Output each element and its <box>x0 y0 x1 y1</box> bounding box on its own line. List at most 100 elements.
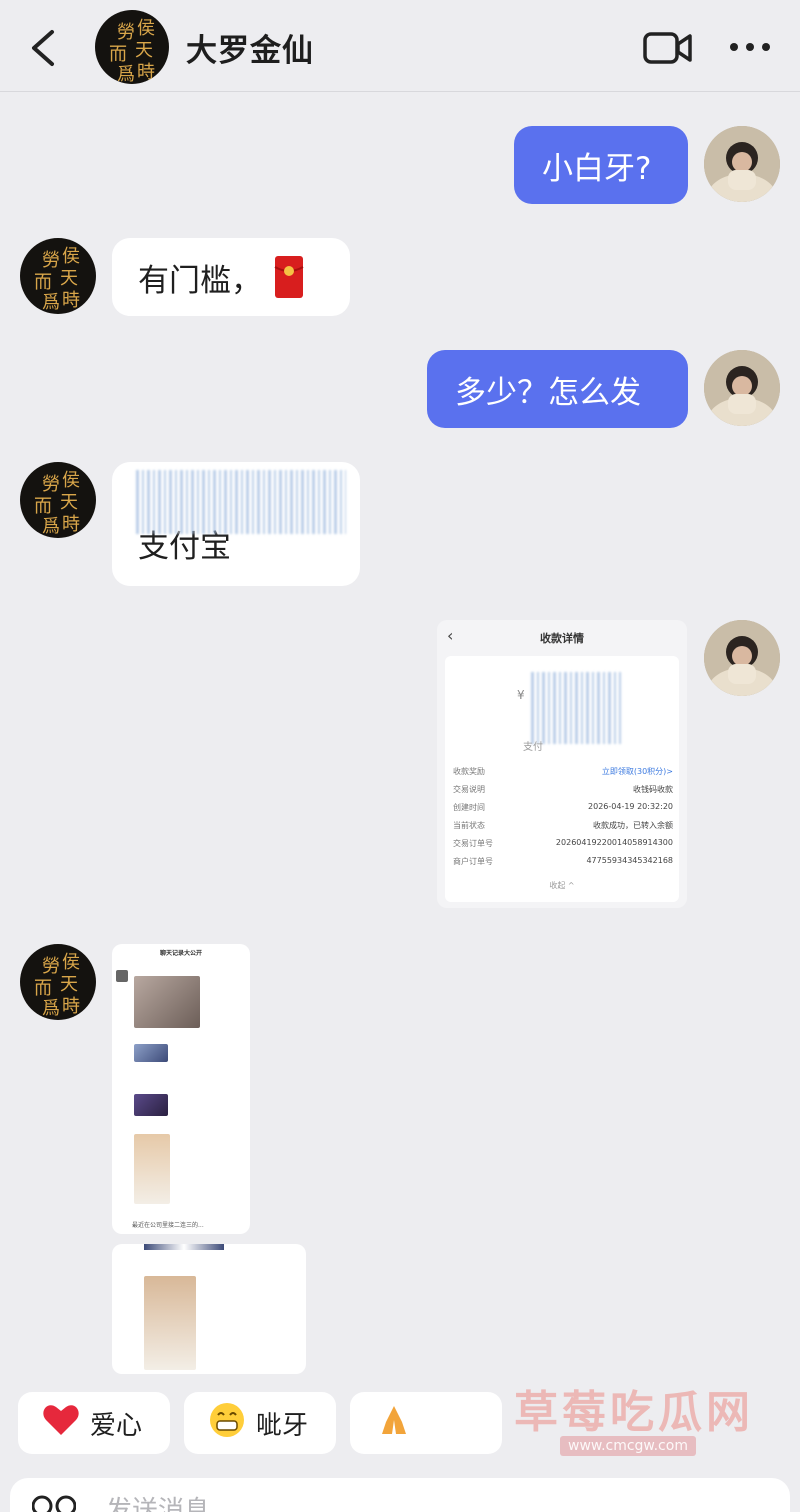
receipt-row-value: 20260419220014058914300 <box>555 838 673 847</box>
svg-text:侯: 侯 <box>62 470 80 491</box>
contact-avatar[interactable]: 勞 侯 而 天 爲 時 <box>20 238 96 314</box>
receipt-row-label: 当前状态 <box>453 821 485 830</box>
message-bubble-other[interactable]: 支付宝 <box>112 462 360 586</box>
svg-text:天: 天 <box>135 40 153 61</box>
svg-text:爲: 爲 <box>42 516 60 537</box>
screenshot-title: 聊天记录大公开 <box>159 950 202 957</box>
collapse-link: 收起 ^ <box>549 881 575 890</box>
receipt-row: 商户订单号 47755934345342168 <box>453 856 673 867</box>
site-watermark: 草莓吃瓜网 <box>514 1387 754 1438</box>
svg-text:而: 而 <box>34 496 52 517</box>
receipt-row-value: 收款成功，已转入余额 <box>593 821 673 830</box>
blurred-amount <box>531 672 621 744</box>
receipt-row-value: 2026-04-19 20:32:20 <box>588 802 673 811</box>
svg-text:天: 天 <box>60 492 78 513</box>
contact-avatar[interactable]: 勞 侯 而 天 爲 時 <box>20 944 96 1020</box>
chat-screenshot-image[interactable] <box>112 1244 306 1374</box>
svg-text:時: 時 <box>62 290 80 311</box>
self-avatar[interactable] <box>704 350 780 426</box>
video-call-button[interactable] <box>642 28 694 68</box>
contact-avatar[interactable]: 勞 侯 而 天 爲 時 <box>95 10 169 84</box>
currency-symbol: ¥ <box>517 688 525 702</box>
svg-text:天: 天 <box>60 974 78 995</box>
avatar <box>116 970 128 982</box>
more-dots-icon <box>730 43 770 51</box>
photo-thumbnail <box>144 1276 196 1370</box>
photo-thumbnail <box>134 1044 168 1062</box>
voice-input-icon[interactable] <box>32 1492 76 1512</box>
quick-reply-pray[interactable] <box>350 1392 502 1454</box>
message-text: 多少？怎么发 <box>455 374 641 411</box>
back-button[interactable] <box>22 26 66 70</box>
receipt-row: 交易说明 收钱码收款 <box>453 784 673 795</box>
message-input-bar[interactable]: 发送消息 <box>10 1478 790 1512</box>
amount-label: 支付 <box>523 742 543 753</box>
quick-reply-label: 呲牙 <box>256 1410 309 1441</box>
svg-text:爲: 爲 <box>42 292 60 313</box>
quick-reply-label: 爱心 <box>90 1410 143 1441</box>
message-bubble-self[interactable]: 小白牙? <box>514 126 688 204</box>
pray-emoji-icon <box>378 1402 410 1445</box>
svg-text:勞: 勞 <box>42 956 60 977</box>
receipt-row: 收款奖励 立即领取(30积分)> <box>453 766 673 777</box>
message-text: 小白牙? <box>542 150 652 187</box>
svg-text:爲: 爲 <box>117 64 135 84</box>
svg-text:勞: 勞 <box>42 474 60 495</box>
receipt-row-label: 交易订单号 <box>453 839 493 848</box>
svg-text:而: 而 <box>109 44 127 65</box>
quick-reply-heart[interactable]: 爱心 <box>18 1392 170 1454</box>
video-camera-icon <box>643 32 692 64</box>
self-avatar[interactable] <box>704 620 780 696</box>
self-avatar[interactable] <box>704 126 780 202</box>
calligraphy-avatar-image: 勞 侯 而 天 爲 時 <box>34 952 80 1019</box>
svg-text:爲: 爲 <box>42 998 60 1019</box>
calligraphy-avatar-image: 勞 侯 而 天 爲 時 <box>109 18 155 84</box>
svg-text:侯: 侯 <box>62 952 80 973</box>
receipt-row: 当前状态 收款成功，已转入余额 <box>453 820 673 831</box>
contact-avatar[interactable]: 勞 侯 而 天 爲 時 <box>20 462 96 538</box>
chat-title: 大罗金仙 <box>186 33 314 69</box>
svg-text:而: 而 <box>34 272 52 293</box>
svg-text:而: 而 <box>34 978 52 999</box>
payment-receipt-image[interactable]: ‹ 收款详情 ¥ 支付 收款奖励 立即领取(30积分)> 交易说明 收钱码收款 … <box>437 620 687 908</box>
user-photo-avatar <box>704 620 780 696</box>
message-bubble-self[interactable]: 多少？怎么发 <box>427 350 688 428</box>
photo-thumbnail <box>134 1134 170 1204</box>
receipt-row-value: 47755934345342168 <box>586 856 673 865</box>
red-envelope-icon <box>274 256 304 298</box>
message-bubble-other[interactable]: 有门槛， <box>112 238 350 316</box>
calligraphy-avatar-image: 勞 侯 而 天 爲 時 <box>34 246 80 313</box>
user-photo-avatar <box>704 126 780 202</box>
photo-thumbnail <box>134 1094 168 1116</box>
photo-thumbnail <box>134 976 200 1028</box>
svg-text:侯: 侯 <box>137 18 155 39</box>
more-options-button[interactable] <box>728 32 772 62</box>
receipt-title: 收款详情 <box>540 632 584 645</box>
svg-text:侯: 侯 <box>62 246 80 267</box>
receipt-row: 交易订单号 20260419220014058914300 <box>453 838 673 849</box>
calligraphy-avatar-image: 勞 侯 而 天 爲 時 <box>34 470 80 537</box>
svg-text:時: 時 <box>137 62 155 83</box>
receipt-row: 创建时间 2026-04-19 20:32:20 <box>453 802 673 813</box>
quick-reply-grin[interactable]: 呲牙 <box>184 1392 336 1454</box>
chevron-left-icon <box>32 30 54 66</box>
screenshot-caption: 最近在公司里接二连三的... <box>132 1222 204 1229</box>
receipt-row-label: 收款奖励 <box>453 767 485 776</box>
chat-header: 勞 侯 而 天 爲 時 大罗金仙 <box>0 0 800 92</box>
blurred-redaction <box>136 470 346 534</box>
message-input-placeholder: 发送消息 <box>106 1496 211 1512</box>
user-photo-avatar <box>704 350 780 426</box>
receipt-row-label: 交易说明 <box>453 785 485 794</box>
receipt-row-label: 商户订单号 <box>453 857 493 866</box>
svg-text:時: 時 <box>62 514 80 535</box>
receipt-row-label: 创建时间 <box>453 803 485 812</box>
grin-emoji-icon <box>208 1401 246 1446</box>
chat-screenshot-image[interactable]: 聊天记录大公开 最近在公司里接二连三的... <box>112 944 250 1234</box>
svg-text:時: 時 <box>62 996 80 1017</box>
svg-text:天: 天 <box>60 268 78 289</box>
message-text: 有门槛， <box>138 262 262 299</box>
heart-emoji-icon <box>42 1403 80 1444</box>
photo-strip <box>144 1244 224 1250</box>
svg-text:勞: 勞 <box>117 22 135 43</box>
svg-text:勞: 勞 <box>42 250 60 271</box>
